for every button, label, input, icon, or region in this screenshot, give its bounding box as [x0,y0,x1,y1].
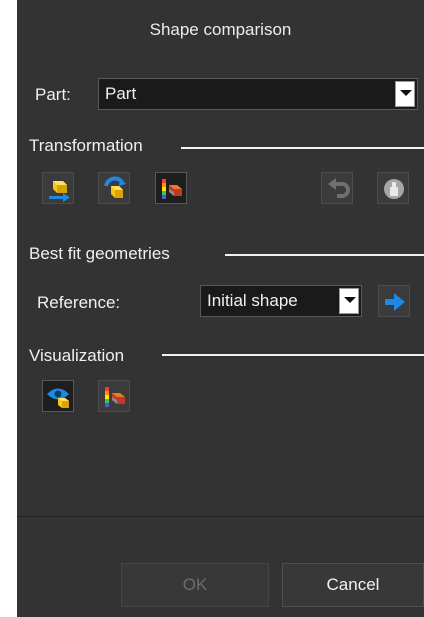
best-fit-divider [225,254,424,256]
reference-select-value: Initial shape [207,291,298,310]
cancel-button[interactable]: Cancel [282,563,424,607]
color-map-icon [105,387,125,407]
move-part-button[interactable] [42,172,74,204]
reference-label: Reference: [37,293,121,312]
chevron-down-icon[interactable] [395,81,415,107]
rotate-part-icon [104,176,126,198]
best-fit-title: Best fit geometries [29,244,170,263]
visualization-title: Visualization [29,346,125,365]
visualization-divider [162,354,424,356]
transformation-title: Transformation [29,136,143,155]
ok-button[interactable]: OK [121,563,269,607]
move-part-icon [49,181,70,202]
part-select-value: Part [105,84,137,103]
visibility-toggle-icon [47,388,69,408]
undo-icon [328,178,350,198]
visibility-toggle-button[interactable] [42,380,74,412]
reference-select[interactable]: Initial shape [200,285,362,317]
color-map-button[interactable] [155,172,187,204]
part-select[interactable]: Part [98,78,418,110]
undo-button[interactable] [321,172,353,204]
reset-button[interactable] [377,172,409,204]
rotate-part-button[interactable] [98,172,130,204]
reset-icon [384,179,404,199]
color-map-icon [162,179,182,199]
chevron-down-icon[interactable] [339,288,359,314]
visualization-color-map-button[interactable] [98,380,130,412]
arrow-right-icon [385,293,405,311]
footer-separator [17,516,424,517]
transformation-divider [181,147,424,149]
part-label: Part: [35,85,71,104]
shape-comparison-dialog: Shape comparison Part: Part Transformati… [17,0,424,617]
dialog-title: Shape comparison [149,20,292,39]
apply-reference-button[interactable] [378,285,410,317]
